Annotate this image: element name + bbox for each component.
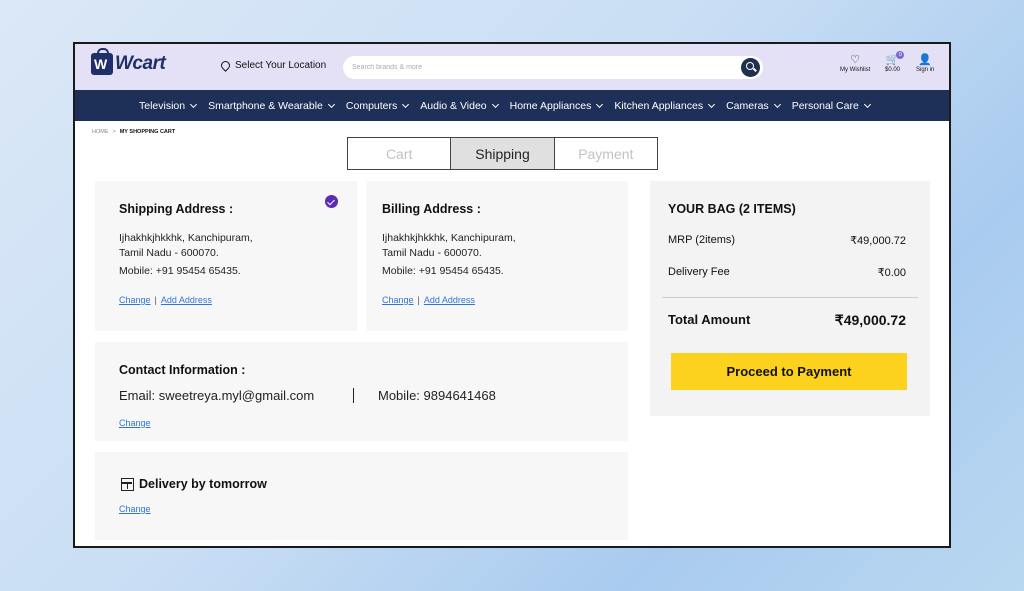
step-shipping[interactable]: Shipping: [451, 138, 555, 169]
shipping-address-card: Shipping Address : Ijhakhkjhkkhk, Kanchi…: [95, 181, 357, 331]
shipping-address-links: Change | Add Address: [119, 295, 212, 305]
breadcrumb-home[interactable]: HOME: [92, 129, 109, 135]
change-billing-link[interactable]: Change: [382, 295, 414, 305]
change-delivery-link[interactable]: Change: [119, 504, 151, 514]
billing-address-line2: Tamil Nadu - 600070.: [382, 247, 482, 259]
category-nav: Television Smartphone & Wearable Compute…: [75, 90, 949, 121]
nav-item-smartphone[interactable]: Smartphone & Wearable: [208, 99, 335, 112]
nav-label: Personal Care: [791, 99, 859, 112]
wishlist-label: My Wishlist: [840, 67, 871, 73]
delivery-fee-row: Delivery Fee ₹0.00: [668, 266, 906, 279]
search-icon[interactable]: [741, 58, 760, 77]
shipping-address-title: Shipping Address :: [119, 202, 234, 216]
check-icon: [325, 195, 338, 208]
breadcrumb: HOME > MY SHOPPING CART: [92, 129, 175, 135]
nav-label: Kitchen Appliances: [614, 99, 704, 112]
chevron-down-icon: [708, 100, 716, 108]
delivery-fee-label: Delivery Fee: [668, 266, 730, 278]
cart-amount: $0.00: [885, 67, 901, 73]
chevron-down-icon: [402, 100, 410, 108]
shopping-bag-logo-icon: [91, 48, 113, 75]
chevron-down-icon: [863, 100, 871, 108]
nav-label: Audio & Video: [420, 99, 487, 112]
shipping-address-line2: Tamil Nadu - 600070.: [119, 247, 219, 259]
logo-text: Wcart: [115, 53, 166, 74]
add-address-link[interactable]: Add Address: [161, 295, 212, 305]
chevron-down-icon: [327, 100, 335, 108]
search-bar: [343, 56, 763, 79]
package-icon: [121, 478, 134, 491]
bag-title: YOUR BAG (2 ITEMS): [668, 202, 796, 216]
billing-address-card: Billing Address : Ijhakhkjhkkhk, Kanchip…: [366, 181, 628, 331]
billing-address-links: Change | Add Address: [382, 295, 475, 305]
checkout-steps: Cart Shipping Payment: [347, 137, 658, 170]
shipping-address-line1: Ijhakhkjhkkhk, Kanchipuram,: [119, 232, 253, 244]
signin-button[interactable]: 👤 Sign in: [916, 53, 934, 73]
bag-summary: YOUR BAG (2 ITEMS) MRP (2items) ₹49,000.…: [650, 181, 930, 416]
contact-info-title: Contact Information :: [119, 363, 246, 377]
nav-label: Smartphone & Wearable: [208, 99, 323, 112]
delivery-links: Change: [119, 504, 151, 514]
contact-info-card: Contact Information : Email: sweetreya.m…: [95, 342, 628, 441]
mrp-label: MRP (2items): [668, 234, 736, 246]
summary-divider: [662, 297, 918, 298]
logo[interactable]: Wcart: [91, 48, 166, 75]
billing-address-mobile: Mobile: +91 95454 65435.: [382, 265, 504, 277]
cart-icon: 🛒 0: [886, 51, 905, 67]
nav-label: Home Appliances: [509, 99, 592, 112]
total-label: Total Amount: [668, 312, 751, 327]
link-separator: |: [154, 295, 157, 305]
total-row: Total Amount ₹49,000.72: [668, 312, 906, 329]
delivery-title: Delivery by tomorrow: [139, 477, 267, 491]
cart-button[interactable]: 🛒 0 $0.00: [885, 51, 905, 73]
shipping-address-mobile: Mobile: +91 95454 65435.: [119, 265, 241, 277]
location-selector[interactable]: Select Your Location: [219, 59, 327, 72]
signin-label: Sign in: [916, 67, 935, 73]
total-value: ₹49,000.72: [834, 312, 906, 328]
billing-address-title: Billing Address :: [382, 202, 481, 216]
contact-mobile: Mobile: 9894641468: [378, 388, 496, 403]
nav-item-kitchen-appliances[interactable]: Kitchen Appliances: [614, 99, 716, 112]
mrp-value: ₹49,000.72: [850, 235, 906, 247]
link-separator: |: [417, 295, 420, 305]
nav-item-computers[interactable]: Computers: [345, 99, 410, 112]
nav-item-audio-video[interactable]: Audio & Video: [420, 99, 499, 112]
proceed-to-payment-button[interactable]: Proceed to Payment: [671, 353, 907, 390]
nav-label: Television: [139, 99, 186, 112]
step-payment[interactable]: Payment: [554, 138, 657, 169]
step-cart[interactable]: Cart: [348, 138, 452, 169]
heart-icon: ♡: [850, 54, 861, 66]
user-icon: 👤: [918, 54, 933, 66]
contact-links: Change: [119, 418, 151, 428]
nav-label: Computers: [345, 99, 398, 112]
breadcrumb-separator: >: [112, 129, 116, 135]
cart-count-badge: 0: [896, 51, 905, 59]
wishlist-button[interactable]: ♡ My Wishlist: [840, 53, 870, 73]
browser-frame: Wcart Select Your Location ♡ My Wishlist…: [73, 42, 951, 548]
contact-divider: [353, 388, 354, 403]
chevron-down-icon: [773, 100, 781, 108]
nav-item-television[interactable]: Television: [139, 99, 198, 112]
delivery-card: Delivery by tomorrow Change: [95, 452, 628, 540]
chevron-down-icon: [491, 100, 499, 108]
nav-item-personal-care[interactable]: Personal Care: [791, 99, 871, 112]
contact-email: Email: sweetreya.myl@gmail.com: [119, 388, 315, 403]
nav-label: Cameras: [726, 99, 769, 112]
mrp-row: MRP (2items) ₹49,000.72: [668, 234, 906, 247]
delivery-fee-value: ₹0.00: [877, 267, 906, 279]
change-contact-link[interactable]: Change: [119, 418, 151, 428]
location-label: Select Your Location: [235, 60, 327, 71]
billing-address-line1: Ijhakhkjhkkhk, Kanchipuram,: [382, 232, 516, 244]
nav-item-cameras[interactable]: Cameras: [726, 99, 781, 112]
nav-item-home-appliances[interactable]: Home Appliances: [509, 99, 604, 112]
change-shipping-link[interactable]: Change: [119, 295, 151, 305]
chevron-down-icon: [596, 100, 604, 108]
breadcrumb-current: MY SHOPPING CART: [119, 129, 176, 135]
location-pin-icon: [219, 59, 232, 72]
top-header: Wcart Select Your Location ♡ My Wishlist…: [75, 44, 949, 90]
search-input[interactable]: [352, 64, 732, 71]
chevron-down-icon: [190, 100, 198, 108]
add-billing-address-link[interactable]: Add Address: [424, 295, 475, 305]
